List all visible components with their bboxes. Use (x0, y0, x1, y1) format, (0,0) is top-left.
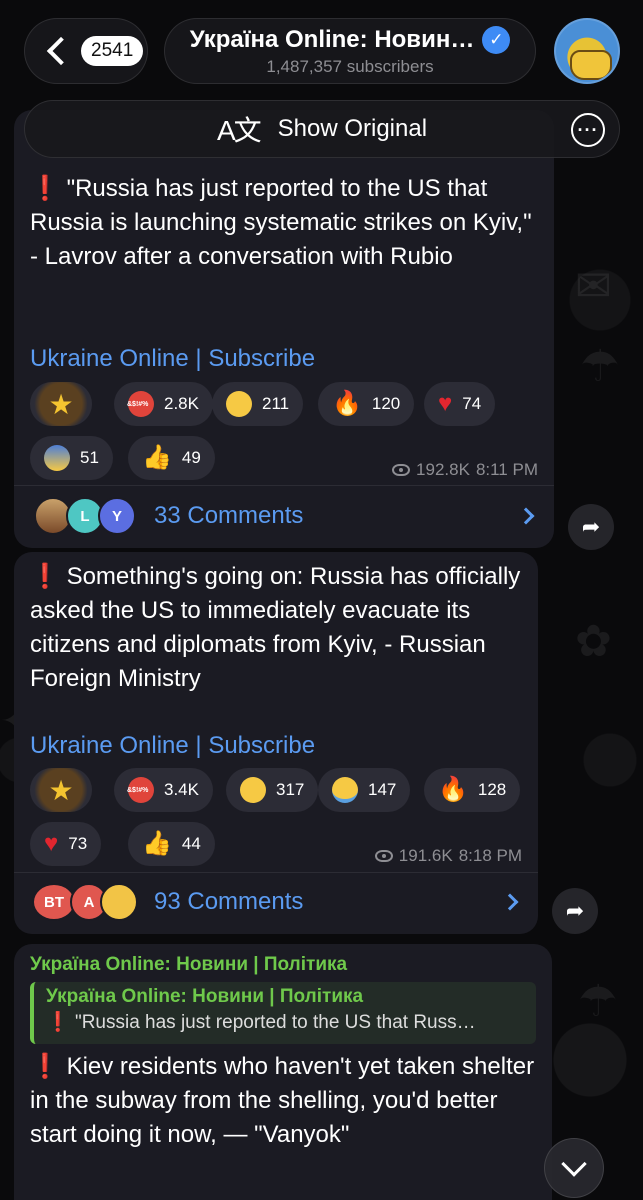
star-icon: ★ (48, 774, 74, 806)
reaction-star[interactable]: ★ (30, 382, 92, 426)
message-time: 8:18 PM (458, 846, 522, 865)
wallpaper-doodle: ☂ (578, 977, 618, 1026)
share-button[interactable]: ➦ (552, 888, 598, 934)
wallpaper-doodle: ✿ (575, 617, 612, 666)
scroll-to-bottom-button[interactable] (544, 1138, 604, 1198)
translate-icon: A文 (216, 115, 262, 146)
subscriber-count: 1,487,357 subscribers (266, 56, 434, 76)
thumbs-up-icon: 👍 (142, 444, 172, 471)
heart-icon: ♥ (44, 830, 59, 857)
fire-icon: 🔥 (332, 390, 362, 417)
reaction-thumbs-up[interactable]: 👍 49 (128, 436, 215, 480)
comments-label: 93 Comments (154, 888, 304, 915)
reaction-count: 49 (181, 448, 201, 467)
comments-label: 33 Comments (154, 502, 304, 529)
star-icon: ★ (48, 388, 74, 420)
comments-row[interactable]: BT A 93 Comments (14, 872, 538, 932)
chevron-right-icon (501, 893, 519, 911)
reaction-crying[interactable]: 147 (318, 768, 411, 812)
subscribe-link[interactable]: Ukraine Online | Subscribe (30, 345, 315, 373)
exclamation-icon: ❗ (30, 1053, 60, 1080)
views-eye-icon (392, 464, 411, 476)
translate-bar[interactable]: A文 Show Original ··· (24, 100, 620, 158)
message-body: "Russia has just reported to the US that… (30, 175, 532, 270)
reaction-fire[interactable]: 🔥 120 (318, 382, 415, 426)
swearing-face-icon (127, 391, 154, 417)
exclamation-icon: ❗ (46, 1012, 70, 1033)
reaction-heart[interactable]: ♥ 74 (424, 382, 496, 426)
forward-header[interactable]: Україна Online: Новини | Політика (30, 954, 347, 976)
reaction-count: 2.8K (164, 394, 199, 413)
grinning-face-icon (240, 777, 266, 803)
quote-title: Україна Online: Новини | Політика (46, 986, 364, 1007)
message-bubble[interactable]: Україна Online: Новини | Політика Україн… (14, 944, 552, 1200)
message-text: ❗ Something's going on: Russia has offic… (30, 560, 522, 696)
reaction-count: 317 (276, 780, 305, 799)
reaction-thumbs-up[interactable]: 👍 44 (128, 822, 215, 866)
unread-count-badge: 2541 (81, 36, 144, 66)
screaming-face-icon (44, 445, 70, 471)
channel-title: Україна Online: Новин… (189, 25, 475, 53)
chevron-right-icon (517, 507, 535, 525)
wallpaper-doodle: ✉ (575, 262, 612, 311)
more-options-icon[interactable]: ··· (571, 113, 605, 147)
message-bubble[interactable]: ❗ "Russia has just reported to the US th… (14, 110, 554, 548)
swearing-face-icon (127, 777, 154, 803)
grinning-face-icon (226, 391, 252, 417)
reaction-fire[interactable]: 🔥 128 (424, 768, 521, 812)
commenter-avatar (100, 883, 138, 921)
share-icon: ➦ (565, 898, 585, 923)
reaction-count: 211 (262, 394, 290, 413)
subscribe-link[interactable]: Ukraine Online | Subscribe (30, 732, 315, 760)
crying-face-icon (332, 777, 358, 803)
message-text: ❗ "Russia has just reported to the US th… (30, 172, 538, 274)
back-button[interactable]: 2541 (24, 18, 148, 84)
verified-badge-icon: ✓ (482, 25, 511, 54)
share-button[interactable]: ➦ (568, 504, 614, 550)
comments-row[interactable]: L Y 33 Comments (14, 486, 554, 546)
fire-icon: 🔥 (438, 776, 468, 803)
reaction-count: 147 (368, 780, 397, 799)
reaction-count: 120 (371, 394, 401, 413)
chevron-down-icon (561, 1151, 587, 1177)
reaction-count: 3.4K (164, 780, 199, 799)
message-body: Something's going on: Russia has officia… (30, 563, 521, 692)
reaction-grinning[interactable]: 317 (226, 768, 319, 812)
reaction-count: 51 (80, 448, 99, 467)
message-bubble[interactable]: ❗ Something's going on: Russia has offic… (14, 552, 538, 934)
message-meta: 191.6K 8:18 PM (374, 846, 522, 866)
reaction-star[interactable]: ★ (30, 768, 92, 812)
view-count: 191.6K (398, 846, 453, 865)
exclamation-icon: ❗ (30, 563, 60, 590)
commenter-avatar: Y (98, 497, 136, 535)
quote-text: ❗ "Russia has just reported to the US th… (46, 1010, 524, 1034)
reaction-grinning[interactable]: 211 (212, 382, 304, 426)
heart-icon: ♥ (438, 390, 453, 417)
message-meta: 192.8K 8:11 PM (392, 460, 538, 480)
reaction-swearing[interactable]: 2.8K (114, 382, 213, 426)
views-eye-icon (374, 850, 393, 862)
quote-body: "Russia has just reported to the US that… (74, 1012, 476, 1033)
reaction-count: 44 (181, 834, 201, 853)
reaction-heart[interactable]: ♥ 73 (30, 822, 102, 866)
message-body: Kiev residents who haven't yet taken she… (30, 1053, 535, 1148)
message-time: 8:11 PM (475, 460, 538, 479)
reaction-screaming[interactable]: 51 (30, 436, 113, 480)
reaction-swearing[interactable]: 3.4K (114, 768, 213, 812)
reaction-count: 74 (462, 394, 482, 413)
share-icon: ➦ (581, 514, 601, 539)
message-text: ❗ Kiev residents who haven't yet taken s… (30, 1050, 536, 1152)
reply-quote[interactable]: Україна Online: Новини | Політика ❗ "Rus… (30, 982, 536, 1044)
chevron-left-icon (46, 36, 76, 66)
view-count: 192.8K (416, 460, 470, 479)
show-original-label: Show Original (277, 115, 428, 142)
exclamation-icon: ❗ (30, 175, 60, 202)
reaction-count: 73 (68, 834, 88, 853)
thumbs-up-icon: 👍 (142, 830, 172, 857)
wallpaper-doodle: ☂ (580, 342, 620, 391)
channel-avatar[interactable] (554, 18, 620, 84)
reaction-count: 128 (477, 780, 507, 799)
channel-header[interactable]: Україна Online: Новин… ✓ 1,487,357 subsc… (164, 18, 536, 84)
